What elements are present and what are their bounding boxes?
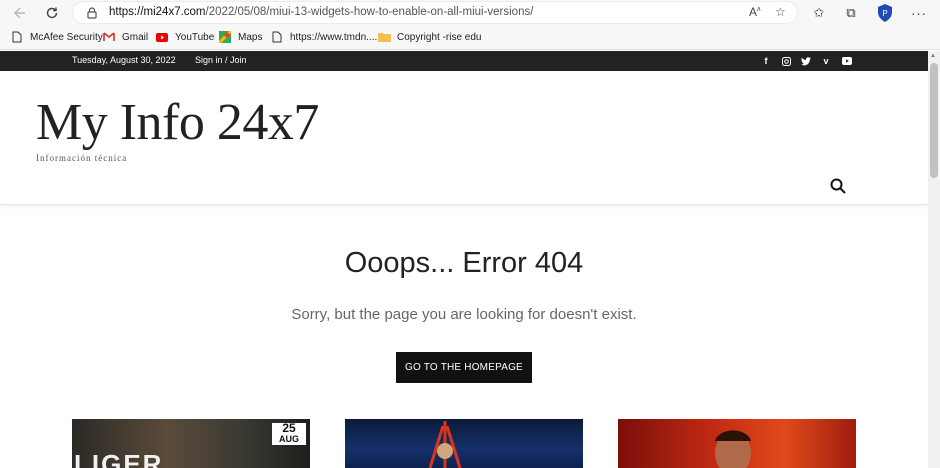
- related-post-thumbnail[interactable]: [618, 419, 856, 468]
- go-to-homepage-button[interactable]: GO TO THE HOMEPAGE: [396, 352, 532, 383]
- search-icon: [830, 178, 846, 194]
- shield-icon: P: [878, 4, 892, 22]
- profile-avatar[interactable]: P: [874, 2, 896, 24]
- page-scrollbar[interactable]: ▲: [928, 51, 940, 468]
- bookmark-tmdn[interactable]: https://www.tmdn....: [270, 30, 377, 44]
- signin-link[interactable]: Sign in / Join: [195, 55, 247, 65]
- maps-icon: [218, 30, 232, 44]
- poster-title: LIGER: [74, 449, 164, 468]
- search-button[interactable]: [830, 178, 848, 196]
- related-post-thumbnail[interactable]: [345, 419, 583, 468]
- url-text[interactable]: https://mi24x7.com/2022/05/08/miui-13-wi…: [109, 6, 533, 18]
- reload-button[interactable]: [40, 1, 64, 25]
- document-icon: [10, 30, 24, 44]
- error-title: Ooops... Error 404: [344, 247, 584, 279]
- scroll-thumb[interactable]: [930, 63, 938, 178]
- youtube-icon: [155, 30, 169, 44]
- browser-toolbar: https://mi24x7.com/2022/05/08/miui-13-wi…: [0, 0, 940, 26]
- reload-icon: [46, 7, 58, 19]
- site-logo[interactable]: My Info 24x7: [36, 93, 319, 152]
- bookmark-mcafee[interactable]: McAfee Security: [10, 30, 103, 44]
- address-bar[interactable]: https://mi24x7.com/2022/05/08/miui-13-wi…: [72, 1, 798, 24]
- scroll-up-icon[interactable]: ▲: [930, 53, 936, 59]
- youtube-social-icon[interactable]: [840, 54, 854, 68]
- read-aloud-icon[interactable]: Aʌ: [749, 5, 761, 19]
- error-message: Sorry, but the page you are looking for …: [291, 306, 637, 323]
- poster-date-badge: 25 AUG: [272, 422, 306, 445]
- bookmark-maps[interactable]: Maps: [218, 30, 262, 44]
- back-button[interactable]: [8, 1, 32, 25]
- poster-art: [428, 421, 462, 468]
- gmail-icon: [102, 30, 116, 44]
- collections-icon[interactable]: ⧉: [840, 2, 862, 24]
- twitter-icon[interactable]: [799, 54, 813, 68]
- vimeo-icon[interactable]: v: [819, 54, 833, 68]
- lock-icon: [87, 7, 97, 19]
- bookmarks-bar: McAfee Security Gmail YouTube Maps https…: [0, 26, 940, 50]
- folder-icon: [377, 30, 391, 44]
- instagram-icon[interactable]: [779, 54, 793, 68]
- add-favorite-icon[interactable]: ☆: [775, 5, 786, 19]
- bookmark-youtube[interactable]: YouTube: [155, 30, 214, 44]
- bookmark-copyright[interactable]: Copyright -rise edu: [377, 30, 481, 44]
- facebook-icon[interactable]: f: [759, 54, 773, 68]
- site-header: My Info 24x7 Información técnica: [0, 71, 928, 205]
- poster-art: [715, 430, 751, 468]
- current-date: Tuesday, August 30, 2022: [72, 55, 176, 65]
- more-icon[interactable]: ···: [908, 2, 930, 24]
- site-tagline: Información técnica: [36, 153, 128, 163]
- bookmark-gmail[interactable]: Gmail: [102, 30, 148, 44]
- favorites-icon[interactable]: ✩: [808, 2, 830, 24]
- site-topbar: Tuesday, August 30, 2022 Sign in / Join …: [0, 51, 928, 71]
- related-post-thumbnail[interactable]: LIGER 25 AUG: [72, 419, 310, 468]
- svg-text:P: P: [882, 9, 887, 18]
- arrow-left-icon: [13, 7, 25, 19]
- document-icon: [270, 30, 284, 44]
